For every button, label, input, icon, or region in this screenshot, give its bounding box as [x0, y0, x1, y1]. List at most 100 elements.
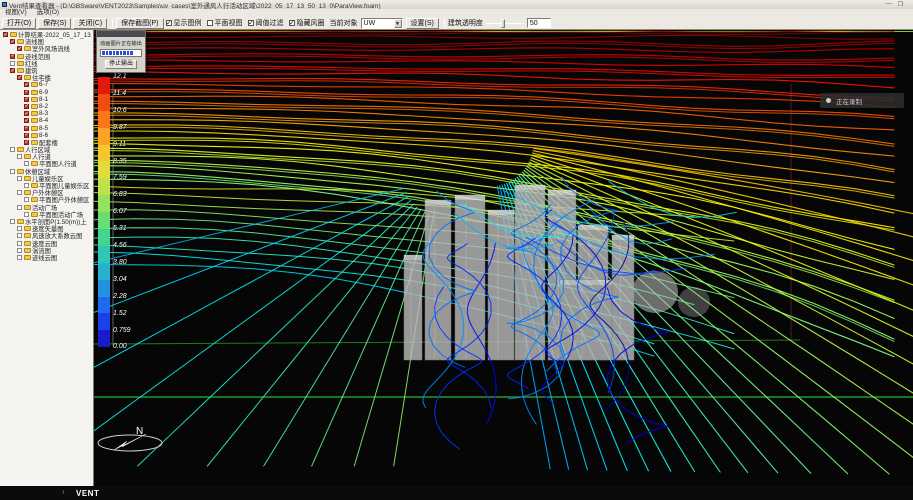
tree-item-checkbox[interactable]	[24, 97, 29, 102]
tree-item[interactable]: 住宅楼	[0, 74, 93, 81]
plan-view-checkbox[interactable]	[207, 20, 213, 26]
checkbox-hide-windrose[interactable]: 隐藏风圈	[289, 18, 325, 28]
menu-view[interactable]: 视图(V)	[0, 9, 32, 17]
tree-item-checkbox[interactable]	[17, 46, 22, 51]
tree-item-checkbox[interactable]	[24, 104, 29, 109]
tree-item[interactable]: 迹线范围	[0, 53, 93, 60]
building-opacity-input[interactable]: 50	[527, 18, 551, 28]
tree-item-checkbox[interactable]	[17, 226, 22, 231]
legend-value-label: 9.87	[113, 124, 127, 131]
tree-item-checkbox[interactable]	[10, 68, 15, 73]
tree-item-label: 6-7	[39, 81, 48, 88]
tree-item-checkbox[interactable]	[24, 140, 29, 145]
show-legend-checkbox[interactable]	[166, 20, 172, 26]
tree-item-checkbox[interactable]	[10, 219, 15, 224]
viewport-3d[interactable]: N 12.111.410.69.879.118.357.596.836.075.…	[94, 30, 913, 486]
tree-item-checkbox[interactable]	[24, 183, 29, 188]
minimize-button[interactable]: —	[886, 1, 892, 8]
legend-color-segment	[98, 111, 110, 128]
settings-button[interactable]: 设置(S)	[406, 18, 439, 29]
tree-item[interactable]: 迹线云图	[0, 254, 93, 261]
chevron-down-icon[interactable]: ▼	[394, 19, 402, 28]
tree-item-checkbox[interactable]	[10, 169, 15, 174]
tree-item-checkbox[interactable]	[17, 241, 22, 246]
folder-icon	[17, 54, 24, 59]
tree-item[interactable]: 8-2	[0, 103, 93, 110]
tree-item-checkbox[interactable]	[24, 111, 29, 116]
tree-item-checkbox[interactable]	[17, 233, 22, 238]
tree-item-checkbox[interactable]	[24, 212, 29, 217]
tree-item[interactable]: 8-1	[0, 96, 93, 103]
tree-item-label: 8-2	[39, 103, 48, 110]
tree-item-checkbox[interactable]	[3, 32, 8, 37]
tree-item[interactable]: 红线	[0, 60, 93, 67]
legend-value-label: 5.31	[113, 225, 127, 232]
animation-export-dialog: 动画图片正在输出 停止输出	[96, 30, 146, 73]
legend-color-segment	[98, 195, 110, 212]
menu-options[interactable]: 选项(O)	[32, 9, 64, 17]
model-tree-panel[interactable]: 计算结果-2022_05_17_13流线图室外风场流线迹线范围红线建筑住宅楼6-…	[0, 30, 94, 486]
tree-item-checkbox[interactable]	[10, 147, 15, 152]
folder-icon	[31, 126, 38, 131]
slider-thumb[interactable]	[501, 19, 505, 28]
progress-segment	[116, 51, 119, 55]
tree-item-checkbox[interactable]	[24, 118, 29, 123]
folder-icon	[17, 219, 24, 224]
legend-value-label: 8.35	[113, 158, 127, 165]
tree-item-checkbox[interactable]	[17, 154, 22, 159]
current-object-select[interactable]: UW ▼	[361, 18, 403, 29]
threshold-filter-checkbox[interactable]	[248, 20, 254, 26]
legend-color-segment	[98, 229, 110, 246]
folder-icon	[31, 118, 38, 123]
tree-item-checkbox[interactable]	[10, 54, 15, 59]
tree-item[interactable]: 6-7	[0, 81, 93, 88]
legend-value-label: 2.28	[113, 293, 127, 300]
tree-item-checkbox[interactable]	[24, 197, 29, 202]
tree-item-checkbox[interactable]	[17, 190, 22, 195]
legend-value-label: 0.00	[113, 343, 127, 350]
tree-item-checkbox[interactable]	[24, 161, 29, 166]
stop-output-button[interactable]: 停止输出	[105, 60, 137, 69]
building-opacity-slider[interactable]	[486, 19, 524, 28]
tree-item-checkbox[interactable]	[10, 61, 15, 66]
tree-item-checkbox[interactable]	[24, 126, 29, 131]
tree-item-checkbox[interactable]	[17, 255, 22, 260]
folder-icon	[24, 154, 31, 159]
hide-windrose-checkbox[interactable]	[289, 20, 295, 26]
tree-item-checkbox[interactable]	[24, 82, 29, 87]
checkbox-show-legend[interactable]: 显示图例	[166, 18, 202, 28]
maximize-button[interactable]: ❐	[898, 1, 903, 8]
legend-value-label: 1.52	[113, 310, 127, 317]
tree-item-label: 8-5	[39, 125, 48, 132]
open-button[interactable]: 打开(O)	[2, 18, 36, 29]
tree-item[interactable]: 8-4	[0, 117, 93, 124]
checkbox-plan-view[interactable]: 平面视图	[207, 18, 243, 28]
recording-toast: 正在录制	[820, 93, 904, 108]
statusbar-expander-icon[interactable]: ›	[62, 487, 65, 496]
save-button[interactable]: 保存(S)	[38, 18, 71, 29]
dialog-message: 动画图片正在输出	[98, 39, 144, 47]
tree-item-checkbox[interactable]	[17, 176, 22, 181]
tree-item-checkbox[interactable]	[24, 90, 29, 95]
tree-item-checkbox[interactable]	[17, 75, 22, 80]
plan-view-label: 平面视图	[215, 18, 243, 28]
tree-item[interactable]: 8-5	[0, 124, 93, 131]
tree-item-checkbox[interactable]	[17, 248, 22, 253]
folder-icon	[17, 39, 24, 44]
current-object-label: 当前对象	[330, 18, 358, 28]
tree-item[interactable]: 计算结果-2022_05_17_13	[0, 31, 93, 38]
tree-item-checkbox[interactable]	[24, 133, 29, 138]
tree-item-checkbox[interactable]	[17, 205, 22, 210]
tree-item-label: 6-9	[39, 89, 48, 96]
tree-item[interactable]: 6-9	[0, 89, 93, 96]
status-bar: › VENT	[0, 486, 913, 500]
checkbox-threshold-filter[interactable]: 阈值过滤	[248, 18, 284, 28]
folder-icon	[24, 75, 31, 80]
save-screenshot-button[interactable]: 保存截图(P)	[116, 18, 163, 29]
tree-item-checkbox[interactable]	[10, 39, 15, 44]
tree-item[interactable]: 8-3	[0, 110, 93, 117]
close-button[interactable]: 关闭(C)	[73, 18, 107, 29]
legend-value-label: 9.11	[113, 141, 126, 148]
legend-color-segment	[98, 178, 110, 195]
folder-icon	[24, 233, 31, 238]
